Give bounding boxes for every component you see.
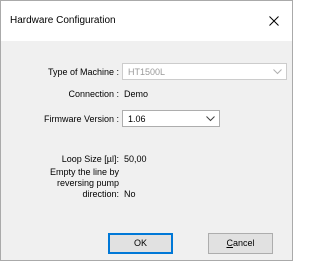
- cancel-button-label: ancel: [232, 238, 255, 248]
- loop-size-label: Loop Size [µl]:: [61, 154, 119, 164]
- window-title: Hardware Configuration: [10, 15, 116, 26]
- loop-size-value: 50,00: [124, 154, 147, 164]
- firmware-version-label: Firmware Version :: [43, 114, 119, 124]
- empty-line-label-line-1: Empty the line by: [49, 167, 119, 177]
- empty-line-label-line-3: direction:: [82, 189, 119, 199]
- chevron-down-icon: [273, 69, 282, 75]
- type-of-machine-select[interactable]: HT1500L: [122, 63, 287, 80]
- connection-value: Demo: [124, 89, 149, 99]
- hardware-configuration-dialog: Hardware Configuration Type of Machine :…: [0, 0, 293, 261]
- empty-line-label-line-2: reversing pump: [56, 178, 119, 188]
- close-icon: [269, 16, 279, 26]
- chevron-down-icon: [206, 116, 215, 122]
- title-bar: Hardware Configuration: [1, 1, 292, 41]
- close-button[interactable]: [256, 1, 292, 41]
- connection-label: Connection :: [68, 89, 119, 99]
- cancel-button[interactable]: Cancel: [208, 233, 273, 254]
- firmware-version-value: 1.06: [128, 114, 146, 124]
- firmware-version-select[interactable]: 1.06: [122, 110, 220, 127]
- type-of-machine-value: HT1500L: [128, 67, 166, 77]
- empty-line-value: No: [124, 189, 136, 199]
- ok-button[interactable]: OK: [108, 233, 173, 254]
- type-of-machine-label: Type of Machine :: [47, 67, 119, 77]
- ok-button-label: OK: [133, 238, 147, 248]
